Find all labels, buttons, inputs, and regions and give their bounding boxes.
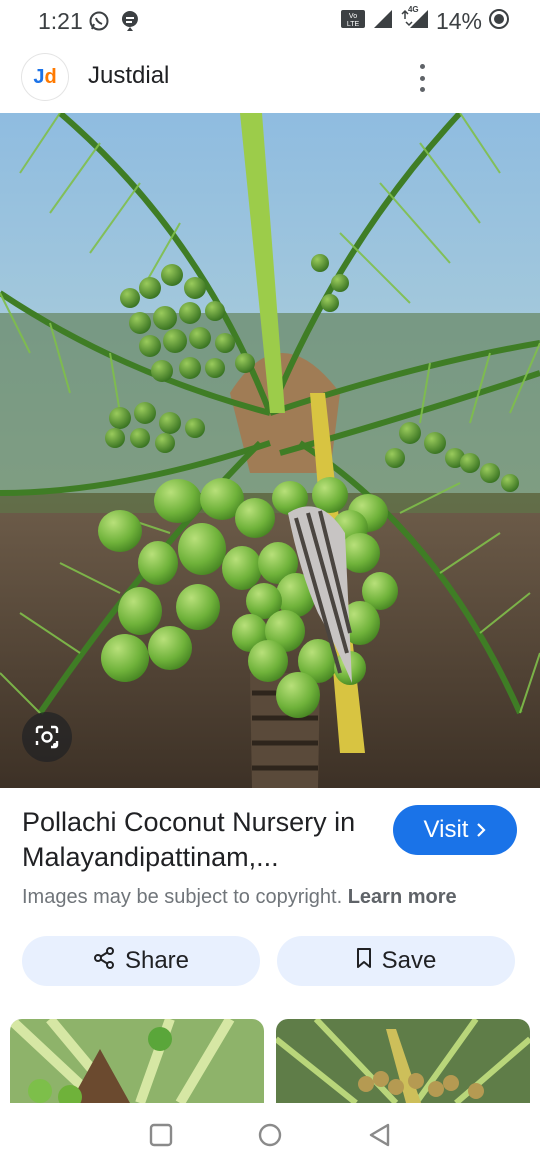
status-bar: 1:21 Vo LTE 4G 14% xyxy=(0,0,540,42)
save-button[interactable]: Save xyxy=(277,936,515,986)
app-header: Jd Justdial xyxy=(0,42,540,112)
justdial-logo[interactable]: Jd xyxy=(22,54,68,100)
logo-letter-d: d xyxy=(44,65,57,88)
chevron-right-icon xyxy=(476,816,487,844)
visit-button[interactable]: Visit xyxy=(393,805,517,855)
volte-icon: Vo LTE xyxy=(340,8,366,35)
network-4g-icon: 4G xyxy=(400,5,430,35)
learn-more-link[interactable]: Learn more xyxy=(348,886,457,908)
share-label: Share xyxy=(124,947,190,974)
share-icon xyxy=(93,946,115,977)
source-site-name[interactable]: Justdial xyxy=(88,62,169,90)
related-image-thumbnail[interactable] xyxy=(10,1019,264,1103)
visit-label: Visit xyxy=(423,816,469,843)
battery-percent: 14% xyxy=(435,8,482,34)
related-image-thumbnail[interactable] xyxy=(276,1019,530,1103)
network-type: 4G xyxy=(407,5,419,14)
whatsapp-icon xyxy=(88,10,110,37)
signal-icon xyxy=(372,8,394,35)
system-navigation-bar xyxy=(0,1103,540,1170)
svg-text:Vo: Vo xyxy=(349,13,357,20)
copyright-text: Images may be subject to copyright. xyxy=(22,886,343,908)
bookmark-icon xyxy=(356,947,372,976)
home-icon[interactable] xyxy=(258,1123,282,1152)
result-image[interactable] xyxy=(0,113,540,788)
notification-icon xyxy=(120,10,140,37)
share-button[interactable]: Share xyxy=(22,936,260,986)
svg-text:LTE: LTE xyxy=(347,21,360,28)
save-label: Save xyxy=(381,947,437,974)
back-icon[interactable] xyxy=(368,1123,392,1152)
lens-search-icon[interactable] xyxy=(22,712,72,762)
copyright-notice: Images may be subject to copyright. Lear… xyxy=(22,886,457,909)
battery-icon xyxy=(488,8,510,35)
logo-letter-j: J xyxy=(33,65,45,88)
more-options-icon[interactable] xyxy=(410,60,434,96)
result-title[interactable]: Pollachi Coconut Nursery in Malayandipat… xyxy=(22,805,382,875)
status-time: 1:21 xyxy=(38,8,83,34)
recent-apps-icon[interactable] xyxy=(149,1123,173,1152)
